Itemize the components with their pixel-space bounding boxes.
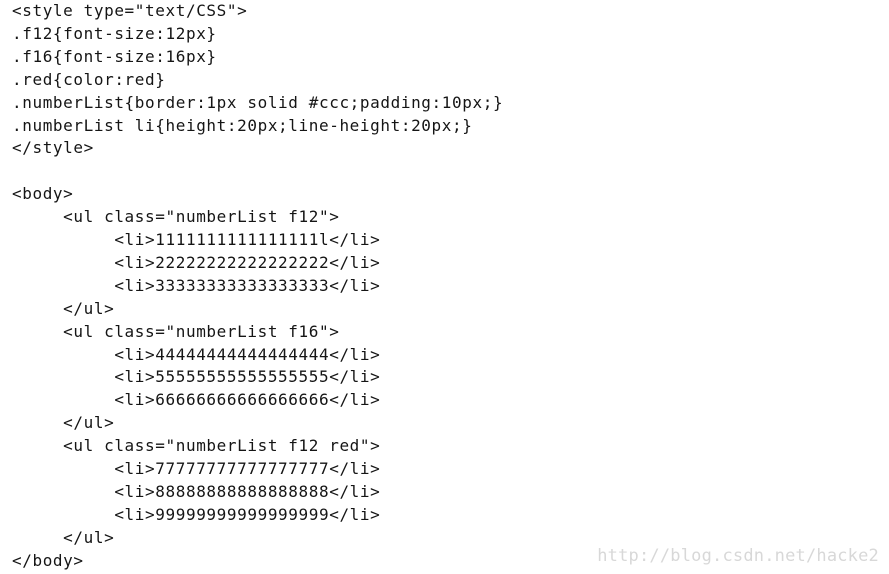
code-block: <style type="text/CSS"> .f12{font-size:1…	[12, 0, 872, 574]
code-line: .f16{font-size:16px}	[12, 46, 217, 66]
code-line: <body>	[12, 184, 74, 204]
watermark-url: http://blog.csdn.net/hacke2	[597, 546, 879, 566]
code-line: <li>88888888888888888</li>	[12, 481, 381, 501]
code-line: </ul>	[12, 298, 115, 318]
code-line: <li>77777777777777777</li>	[12, 459, 381, 478]
code-line: <ul class="numberList f16">	[12, 321, 340, 341]
code-line: <li>22222222222222222</li>	[12, 252, 381, 272]
code-line: <style type="text/CSS">	[12, 1, 248, 20]
code-line: <li>55555555555555555</li>	[12, 367, 381, 387]
code-line: </style>	[12, 138, 94, 158]
code-line: <li>66666666666666666</li>	[12, 390, 381, 410]
code-line: </ul>	[12, 413, 115, 433]
code-line: .numberList li{height:20px;line-height:2…	[12, 115, 473, 135]
code-line: <li>99999999999999999</li>	[12, 504, 381, 524]
code-line: </body>	[12, 550, 84, 570]
code-line: </ul>	[12, 527, 115, 547]
code-line: .numberList{border:1px solid #ccc;paddin…	[12, 92, 504, 112]
code-line: <li>33333333333333333</li>	[12, 275, 381, 295]
code-line: <ul class="numberList f12">	[12, 207, 340, 227]
code-line: .f12{font-size:12px}	[12, 23, 217, 43]
code-line: .red{color:red}	[12, 69, 166, 89]
code-line: <ul class="numberList f12 red">	[12, 436, 381, 456]
code-line: <li>1111111111111111l</li>	[12, 230, 381, 249]
code-line: <li>44444444444444444</li>	[12, 344, 381, 364]
